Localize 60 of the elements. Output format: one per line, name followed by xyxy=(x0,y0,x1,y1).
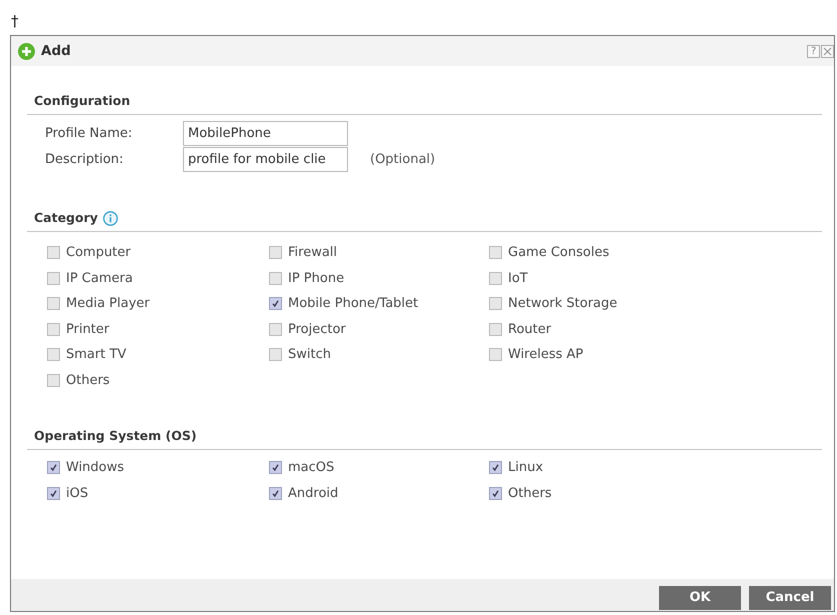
checkbox-label: Switch xyxy=(288,346,331,364)
checkbox-label: macOS xyxy=(288,459,334,477)
checkbox[interactable] xyxy=(489,348,502,362)
section-heading: Operating System (OS) xyxy=(34,427,197,445)
checkbox-label: Wireless AP xyxy=(508,346,584,364)
checkbox-label: IP Phone xyxy=(288,270,344,288)
info-icon[interactable] xyxy=(102,210,118,226)
checkbox-label: Android xyxy=(288,484,338,502)
checkbox[interactable] xyxy=(489,322,502,336)
ok-button[interactable]: OK xyxy=(659,586,741,610)
checkbox-label: Mobile Phone/Tablet xyxy=(288,295,418,313)
checkbox[interactable] xyxy=(269,272,282,285)
checkbox[interactable] xyxy=(47,272,60,285)
checkbox[interactable] xyxy=(47,461,60,474)
checkbox-label: IP Camera xyxy=(66,270,133,288)
help-button[interactable]: ? xyxy=(807,44,820,58)
checkbox[interactable] xyxy=(47,297,60,310)
checkbox[interactable] xyxy=(489,297,502,310)
checkbox[interactable] xyxy=(269,348,282,362)
checkbox[interactable] xyxy=(489,246,502,260)
close-icon[interactable] xyxy=(821,44,834,58)
field-label: Profile Name: xyxy=(45,124,134,143)
text-field[interactable]: MobilePhone xyxy=(183,121,348,146)
checkbox[interactable] xyxy=(269,486,282,500)
section-heading: Configuration xyxy=(34,92,130,110)
checkbox-label: Windows xyxy=(66,459,124,477)
cancel-button[interactable]: Cancel xyxy=(749,586,831,610)
optional-note: (Optional) xyxy=(370,150,436,169)
checkbox-label: iOS xyxy=(66,484,88,502)
checkbox-label: Router xyxy=(508,320,552,338)
checkbox[interactable] xyxy=(47,348,60,362)
field-label: Description: xyxy=(45,150,124,169)
checkbox-label: Printer xyxy=(66,320,110,338)
checkbox[interactable] xyxy=(489,486,502,500)
checkbox[interactable] xyxy=(47,246,60,260)
checkbox-label: Game Consoles xyxy=(508,244,610,262)
checkbox[interactable] xyxy=(269,322,282,336)
checkbox[interactable] xyxy=(269,461,282,474)
checkbox[interactable] xyxy=(47,322,60,336)
section-heading: Category xyxy=(34,209,98,227)
checkbox-label: IoT xyxy=(508,270,528,288)
checkbox[interactable] xyxy=(489,272,502,285)
text-field[interactable]: profile for mobile clie xyxy=(183,147,348,172)
checkbox-label: Firewall xyxy=(288,244,338,262)
checkbox-label: Projector xyxy=(288,320,346,338)
add-icon xyxy=(18,42,35,60)
checkbox-label: Others xyxy=(66,372,110,390)
checkbox[interactable] xyxy=(47,486,60,500)
checkbox-label: Computer xyxy=(66,244,131,262)
checkbox[interactable] xyxy=(269,246,282,260)
checkbox[interactable] xyxy=(489,461,502,474)
checkbox-label: Others xyxy=(508,484,552,502)
page-mark: † xyxy=(11,12,18,30)
checkbox-label: Media Player xyxy=(66,295,150,313)
checkbox-label: Linux xyxy=(508,459,544,477)
checkbox[interactable] xyxy=(47,374,60,387)
checkbox-label: Network Storage xyxy=(508,295,618,313)
dialog-title: Add xyxy=(41,42,71,61)
checkbox-label: Smart TV xyxy=(66,346,126,364)
checkbox[interactable] xyxy=(269,297,282,310)
